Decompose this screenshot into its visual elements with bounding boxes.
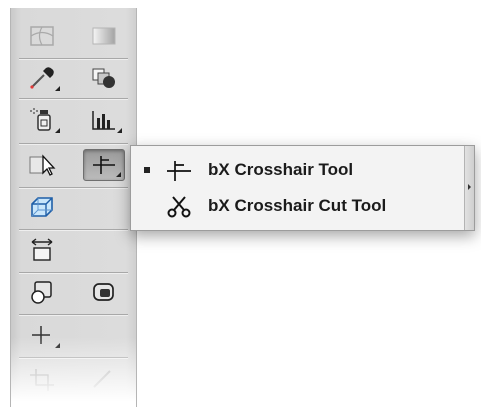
- 3d-box-tool-button[interactable]: [21, 191, 63, 223]
- toolbar-separator: [19, 58, 128, 60]
- toolbar-separator: [19, 187, 128, 189]
- artboard-select-tool-button[interactable]: [21, 149, 63, 181]
- crosshair-icon: [93, 156, 115, 174]
- crosshair-icon: [167, 161, 191, 181]
- shape-builder-icon: [31, 281, 52, 304]
- mesh-icon: [30, 26, 54, 46]
- gradient-icon: [92, 27, 116, 45]
- rounded-rect-tool-button[interactable]: [83, 276, 125, 308]
- eyedropper-icon: [30, 67, 54, 89]
- menu-item-label: bX Crosshair Tool: [208, 160, 354, 179]
- toolbar-separator: [19, 314, 128, 316]
- symbol-sprayer-tool-button[interactable]: [21, 104, 63, 136]
- tool-flyout-menu: bX Crosshair Tool bX Crosshair Cut Tool: [130, 145, 475, 231]
- column-graph-tool-button[interactable]: [83, 104, 125, 136]
- mesh-tool-button[interactable]: [21, 20, 63, 52]
- toolbar-separator: [19, 357, 128, 359]
- crop-icon: [30, 369, 54, 391]
- plus-icon: [32, 326, 50, 344]
- 3d-box-icon: [31, 197, 53, 217]
- artboard-select-icon: [29, 154, 56, 176]
- column-graph-icon: [92, 111, 115, 130]
- tearoff-strip[interactable]: [464, 146, 474, 230]
- menu-item-crosshair-cut-tool[interactable]: bX Crosshair Cut Tool: [131, 188, 464, 224]
- submenu-indicator: [55, 128, 60, 133]
- selected-indicator: [144, 167, 150, 173]
- menu-item-label: bX Crosshair Cut Tool: [208, 196, 387, 215]
- plus-tool-button[interactable]: [21, 319, 63, 351]
- knife-icon: [93, 370, 111, 388]
- rounded-rect-icon: [93, 283, 114, 301]
- tools-panel: [10, 8, 137, 407]
- crop-tool-button[interactable]: [21, 363, 63, 395]
- submenu-indicator: [116, 172, 121, 177]
- toolbar-separator: [19, 143, 128, 145]
- knife-tool-button[interactable]: [83, 363, 125, 395]
- submenu-indicator: [55, 343, 60, 348]
- blend-tool-button[interactable]: [83, 62, 125, 94]
- blend-icon: [92, 68, 115, 88]
- width-tool-icon: [31, 238, 53, 261]
- submenu-indicator: [117, 128, 122, 133]
- tearoff-arrow-icon: [468, 184, 471, 190]
- symbol-sprayer-icon: [30, 108, 51, 131]
- submenu-indicator: [55, 86, 60, 91]
- scissors-icon: [167, 196, 191, 218]
- toolbar-separator: [19, 272, 128, 274]
- eyedropper-tool-button[interactable]: [21, 62, 63, 94]
- crosshair-tool-button[interactable]: [83, 149, 125, 181]
- toolbar-separator: [19, 98, 128, 100]
- toolbar-separator: [19, 229, 128, 231]
- menu-item-crosshair-tool[interactable]: bX Crosshair Tool: [131, 152, 464, 188]
- gradient-tool-button[interactable]: [83, 20, 125, 52]
- shape-builder-tool-button[interactable]: [21, 276, 63, 308]
- width-tool-button[interactable]: [21, 234, 63, 266]
